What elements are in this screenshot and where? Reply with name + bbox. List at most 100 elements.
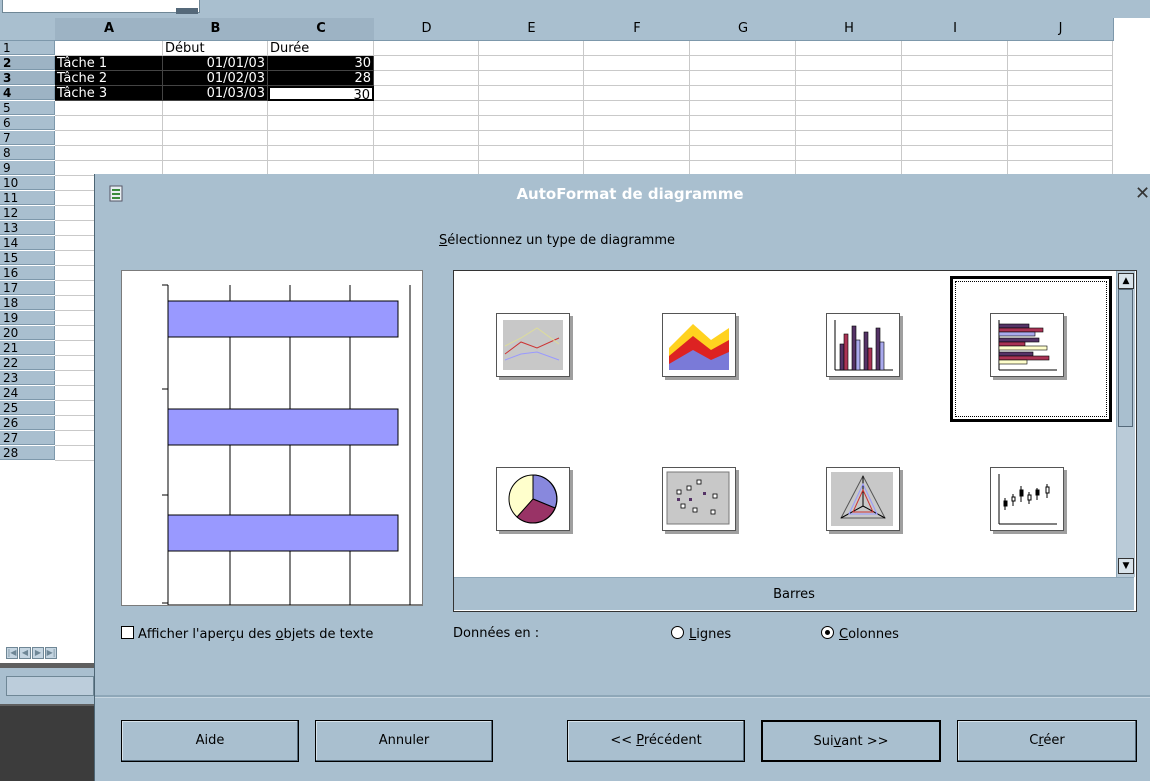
row-header-5[interactable]: 5: [0, 101, 55, 115]
cell-a5[interactable]: [55, 101, 163, 116]
row-header-16[interactable]: 16: [0, 266, 55, 280]
row-header-13[interactable]: 13: [0, 221, 55, 235]
column-chart-icon[interactable]: [826, 313, 900, 377]
pie-chart-icon[interactable]: [496, 467, 570, 531]
cell-c8[interactable]: [268, 146, 374, 161]
cell-b3[interactable]: 01/02/03: [163, 71, 268, 86]
cell-d2[interactable]: [374, 56, 479, 71]
column-header-h[interactable]: H: [796, 18, 903, 41]
column-header-c[interactable]: C: [268, 18, 375, 41]
cell-c4[interactable]: 30: [268, 86, 374, 101]
row-header-12[interactable]: 12: [0, 206, 55, 220]
cell-e5[interactable]: [479, 101, 584, 116]
cell-i6[interactable]: [902, 116, 1008, 131]
cell-a2[interactable]: Tâche 1: [55, 56, 163, 71]
dialog-titlebar[interactable]: AutoFormat de diagramme ✕: [95, 174, 1150, 214]
prev-sheet-button[interactable]: ◀: [19, 647, 31, 659]
row-header-15[interactable]: 15: [0, 251, 55, 265]
cell-c3[interactable]: 28: [268, 71, 374, 86]
cell-f4[interactable]: [584, 86, 690, 101]
text-preview-checkbox[interactable]: [121, 626, 134, 639]
cell-i7[interactable]: [902, 131, 1008, 146]
row-header-25[interactable]: 25: [0, 401, 55, 415]
help-button[interactable]: Aide: [121, 720, 299, 762]
cell-b2[interactable]: 01/01/03: [163, 56, 268, 71]
column-header-b[interactable]: B: [163, 18, 269, 41]
row-header-27[interactable]: 27: [0, 431, 55, 445]
cell-a3[interactable]: Tâche 2: [55, 71, 163, 86]
radio-rows-dot[interactable]: [671, 626, 684, 639]
select-all-corner[interactable]: [0, 18, 56, 41]
column-header-g[interactable]: G: [690, 18, 797, 41]
cell-d1[interactable]: [374, 41, 479, 56]
stock-chart-icon[interactable]: [990, 467, 1064, 531]
cell-f3[interactable]: [584, 71, 690, 86]
row-header-21[interactable]: 21: [0, 341, 55, 355]
column-header-d[interactable]: D: [374, 18, 480, 41]
cell-f6[interactable]: [584, 116, 690, 131]
cell-g7[interactable]: [690, 131, 796, 146]
row-header-9[interactable]: 9: [0, 161, 55, 175]
cell-e6[interactable]: [479, 116, 584, 131]
cell-i4[interactable]: [902, 86, 1008, 101]
row-header-23[interactable]: 23: [0, 371, 55, 385]
cell-j3[interactable]: [1008, 71, 1113, 86]
cell-j6[interactable]: [1008, 116, 1113, 131]
cell-c1[interactable]: Durée: [268, 41, 374, 56]
radio-rows[interactable]: Lignes: [671, 626, 731, 642]
cell-h5[interactable]: [796, 101, 902, 116]
cell-g5[interactable]: [690, 101, 796, 116]
cell-i8[interactable]: [902, 146, 1008, 161]
cell-f8[interactable]: [584, 146, 690, 161]
row-header-8[interactable]: 8: [0, 146, 55, 160]
column-header-a[interactable]: A: [55, 18, 164, 41]
cell-i5[interactable]: [902, 101, 1008, 116]
cell-b5[interactable]: [163, 101, 268, 116]
cell-a7[interactable]: [55, 131, 163, 146]
cell-d7[interactable]: [374, 131, 479, 146]
cell-j1[interactable]: [1008, 41, 1113, 56]
cell-j4[interactable]: [1008, 86, 1113, 101]
row-header-19[interactable]: 19: [0, 311, 55, 325]
cell-b1[interactable]: Début: [163, 41, 268, 56]
cell-g3[interactable]: [690, 71, 796, 86]
cell-a4[interactable]: Tâche 3: [55, 86, 163, 101]
text-preview-checkbox-row[interactable]: Afficher l'aperçu des objets de texte: [121, 626, 373, 642]
cell-h4[interactable]: [796, 86, 902, 101]
scroll-down-icon[interactable]: ▼: [1118, 558, 1134, 574]
row-header-14[interactable]: 14: [0, 236, 55, 250]
cell-e2[interactable]: [479, 56, 584, 71]
cell-e3[interactable]: [479, 71, 584, 86]
row-header-6[interactable]: 6: [0, 116, 55, 130]
close-icon[interactable]: ✕: [1135, 183, 1150, 204]
cell-d8[interactable]: [374, 146, 479, 161]
cell-h3[interactable]: [796, 71, 902, 86]
cell-j2[interactable]: [1008, 56, 1113, 71]
row-header-20[interactable]: 20: [0, 326, 55, 340]
cell-h1[interactable]: [796, 41, 902, 56]
cell-b7[interactable]: [163, 131, 268, 146]
cell-e7[interactable]: [479, 131, 584, 146]
cell-f7[interactable]: [584, 131, 690, 146]
cell-d3[interactable]: [374, 71, 479, 86]
row-header-2[interactable]: 2: [0, 56, 55, 70]
cell-j8[interactable]: [1008, 146, 1113, 161]
cell-b8[interactable]: [163, 146, 268, 161]
row-header-28[interactable]: 28: [0, 446, 55, 460]
row-header-18[interactable]: 18: [0, 296, 55, 310]
name-box[interactable]: [2, 0, 200, 13]
next-sheet-button[interactable]: ▶: [32, 647, 44, 659]
row-header-10[interactable]: 10: [0, 176, 55, 190]
cell-h2[interactable]: [796, 56, 902, 71]
cell-e4[interactable]: [479, 86, 584, 101]
row-header-11[interactable]: 11: [0, 191, 55, 205]
cell-e1[interactable]: [479, 41, 584, 56]
create-button[interactable]: Créer: [957, 720, 1137, 762]
chart-type-scrollbar[interactable]: ▲ ▼: [1116, 271, 1135, 577]
column-header-j[interactable]: J: [1008, 18, 1114, 41]
cell-d5[interactable]: [374, 101, 479, 116]
cell-h8[interactable]: [796, 146, 902, 161]
cell-e8[interactable]: [479, 146, 584, 161]
cell-g1[interactable]: [690, 41, 796, 56]
column-header-e[interactable]: E: [479, 18, 585, 41]
